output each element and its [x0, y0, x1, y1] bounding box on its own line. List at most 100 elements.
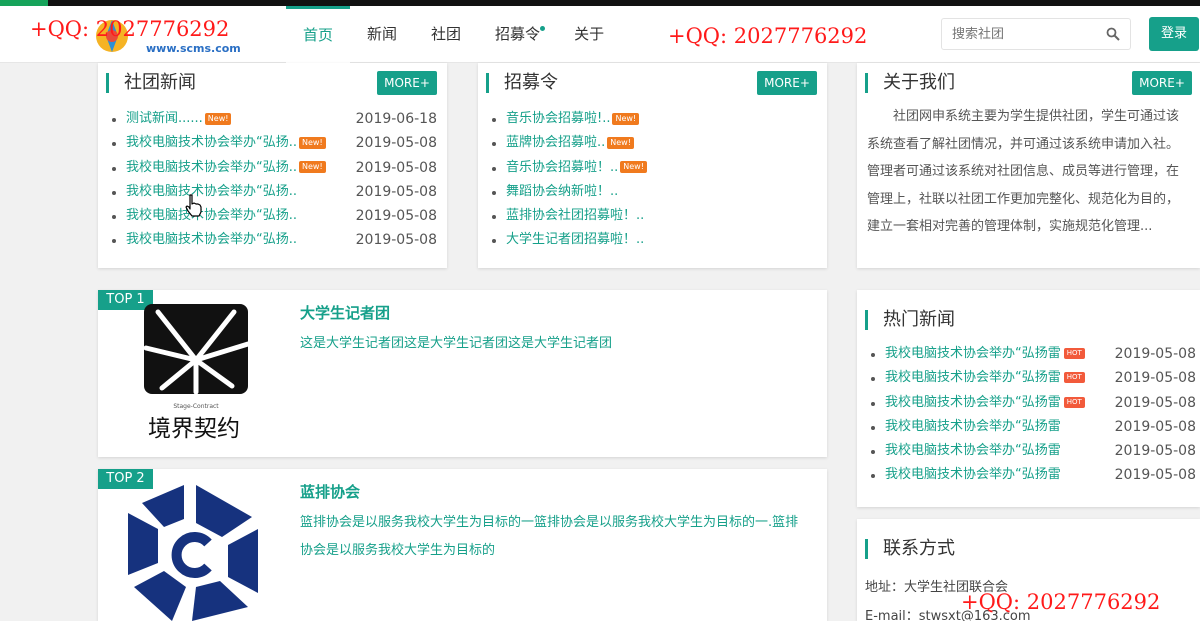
new-badge: New! — [607, 136, 634, 149]
list-item[interactable]: 我校电脑技术协会举办“弘扬.. 2019-05-08 — [112, 204, 437, 228]
news-date: 2019-05-08 — [1114, 370, 1196, 387]
list-item[interactable]: 我校电脑技术协会举办“弘扬雷 HOT 2019-05-08 — [871, 342, 1196, 366]
news-title[interactable]: 我校电脑技术协会举办“弘扬.. — [126, 135, 297, 150]
news-title[interactable]: 我校电脑技术协会举办“弘扬.. — [126, 208, 297, 223]
login-button[interactable]: 登录 — [1149, 17, 1199, 51]
news-date: 2019-06-18 — [355, 111, 437, 127]
news-date: 2019-05-08 — [1114, 443, 1196, 460]
list-item[interactable]: 我校电脑技术协会举办“弘扬.. New! 2019-05-08 — [112, 131, 437, 155]
nav-news[interactable]: 新闻 — [350, 6, 414, 63]
title-bar — [486, 73, 489, 93]
club-name[interactable]: 蓝排协会 — [300, 481, 360, 502]
nav-dot-indicator — [540, 26, 546, 31]
news-title[interactable]: 测试新闻...... — [126, 111, 203, 126]
recruit-header: 招募令 MORE+ — [486, 71, 819, 95]
title-bar — [865, 539, 868, 559]
list-item[interactable]: 测试新闻...... New! 2019-06-18 — [112, 107, 437, 131]
club-news-header: 社团新闻 MORE+ — [106, 71, 439, 95]
logo-url: www.scms.com — [146, 42, 241, 55]
news-date: 2019-05-08 — [1114, 394, 1196, 411]
club-logo-image[interactable]: Stage-Contract 境界契约 — [138, 300, 256, 445]
hot-news-item-title[interactable]: 我校电脑技术协会举办“弘扬雷 — [885, 346, 1061, 361]
search-icon[interactable] — [1106, 27, 1120, 41]
list-item[interactable]: 舞蹈协会纳新啦！.. — [492, 180, 817, 204]
title-bar — [865, 310, 868, 330]
list-item[interactable]: 我校电脑技术协会举办“弘扬.. New! 2019-05-08 — [112, 156, 437, 180]
nav-home[interactable]: 首页 — [286, 6, 351, 63]
about-more-button[interactable]: MORE+ — [1132, 71, 1192, 95]
title-bar — [865, 73, 868, 93]
list-item[interactable]: 我校电脑技术协会举办“弘扬.. 2019-05-08 — [112, 180, 437, 204]
about-header: 关于我们 MORE+ — [865, 71, 1192, 95]
news-date: 2019-05-08 — [355, 135, 437, 152]
recruit-title-text[interactable]: 大学生记者团招募啦！.. — [506, 232, 644, 247]
news-title[interactable]: 我校电脑技术协会举办“弘扬.. — [126, 184, 297, 199]
list-item[interactable]: 音乐协会招募啦!.. New! — [492, 107, 817, 131]
hot-news-title: 热门新闻 — [883, 309, 955, 330]
hot-badge: HOT — [1063, 348, 1085, 359]
club-logo-subtext: Stage-Contract — [173, 403, 219, 410]
recruit-title-text[interactable]: 蓝牌协会招募啦.. — [506, 135, 605, 150]
about-title: 关于我们 — [883, 72, 955, 93]
club-logo-text: 境界契约 — [148, 416, 240, 442]
club-name[interactable]: 大学生记者团 — [300, 302, 390, 323]
contact-header: 联系方式 — [865, 537, 1192, 561]
news-date: 2019-05-08 — [1114, 467, 1196, 484]
hot-news-item-title[interactable]: 我校电脑技术协会举办“弘扬雷 — [885, 395, 1061, 410]
new-badge: New! — [612, 112, 640, 125]
hot-news-item-title[interactable]: 我校电脑技术协会举办“弘扬雷 — [885, 419, 1061, 434]
title-bar — [106, 73, 109, 93]
hot-news-item-title[interactable]: 我校电脑技术协会举办“弘扬雷 — [885, 443, 1061, 458]
hot-news-item-title[interactable]: 我校电脑技术协会举办“弘扬雷 — [885, 370, 1061, 385]
top-club-card-1[interactable]: TOP 1 Stage-Contract 境界契约 大学生记者团 这是大学生记者… — [98, 290, 827, 457]
nav-clubs[interactable]: 社团 — [414, 6, 478, 63]
list-item[interactable]: 蓝排协会社团招募啦！.. — [492, 204, 817, 228]
club-logo-image[interactable] — [124, 483, 268, 621]
list-item[interactable]: 我校电脑技术协会举办“弘扬雷 HOT 2019-05-08 — [871, 391, 1196, 415]
hot-badge: HOT — [1063, 396, 1085, 408]
list-item[interactable]: 音乐协会招募啦！.. New! — [492, 156, 817, 180]
watermark-text: +QQ: 2027776292 — [961, 590, 1161, 614]
new-badge: New! — [620, 161, 647, 174]
hand-cursor-icon — [185, 194, 202, 217]
list-item[interactable]: 蓝牌协会招募啦.. New! — [492, 131, 817, 155]
about-card: 关于我们 MORE+ 社团网申系统主要为学生提供社团，学生可通过该系统查看了解社… — [857, 63, 1200, 268]
news-date: 2019-05-08 — [355, 232, 437, 249]
news-date: 2019-05-08 — [1114, 346, 1196, 362]
main-nav: 首页 新闻 社团 招募令 关于 — [286, 6, 621, 63]
recruit-list: 音乐协会招募啦!.. New! 蓝牌协会招募啦.. New! 音乐协会招募啦！.. N… — [492, 107, 817, 253]
list-item[interactable]: 大学生记者团招募啦！.. — [492, 228, 817, 252]
search-input[interactable] — [942, 19, 1092, 49]
recruit-title-text[interactable]: 蓝排协会社团招募啦！.. — [506, 208, 644, 223]
club-news-title: 社团新闻 — [124, 72, 196, 93]
recruit-title-text[interactable]: 音乐协会招募啦！.. — [506, 160, 618, 175]
contact-title: 联系方式 — [883, 538, 955, 559]
news-date: 2019-05-08 — [355, 159, 437, 176]
club-description: 这是大学生记者团这是大学生记者团这是大学生记者团 — [300, 336, 613, 351]
hot-badge: HOT — [1063, 372, 1085, 384]
hot-news-card: 热门新闻 我校电脑技术协会举办“弘扬雷 HOT 2019-05-08 我校电脑技术协… — [857, 290, 1200, 507]
recruit-more-button[interactable]: MORE+ — [757, 71, 817, 95]
list-item[interactable]: 我校电脑技术协会举办“弘扬雷 2019-05-08 — [871, 463, 1196, 487]
watermark-text: +QQ: 2027776292 — [30, 17, 230, 41]
recruit-title-text[interactable]: 音乐协会招募啦!.. — [506, 111, 610, 126]
club-news-more-button[interactable]: MORE+ — [377, 71, 437, 95]
new-badge: New! — [299, 136, 326, 149]
about-text: 社团网申系统主要为学生提供社团，学生可通过该系统查看了解社团情况，并可通过该系统… — [867, 109, 1180, 234]
recruit-title: 招募令 — [504, 72, 558, 93]
list-item[interactable]: 我校电脑技术协会举办“弘扬雷 HOT 2019-05-08 — [871, 366, 1196, 390]
news-title[interactable]: 我校电脑技术协会举办“弘扬.. — [126, 232, 297, 247]
hot-news-item-title[interactable]: 我校电脑技术协会举办“弘扬雷 — [885, 467, 1061, 482]
list-item[interactable]: 我校电脑技术协会举办“弘扬.. 2019-05-08 — [112, 228, 437, 252]
list-item[interactable]: 我校电脑技术协会举办“弘扬雷 2019-05-08 — [871, 439, 1196, 463]
nav-about[interactable]: 关于 — [557, 6, 621, 63]
new-badge: New! — [204, 112, 232, 125]
recruit-title-text[interactable]: 舞蹈协会纳新啦！.. — [506, 184, 618, 199]
new-badge: New! — [299, 161, 326, 174]
nav-recruit-label: 招募令 — [495, 25, 541, 43]
list-item[interactable]: 我校电脑技术协会举办“弘扬雷 2019-05-08 — [871, 415, 1196, 439]
nav-recruit[interactable]: 招募令 — [478, 6, 557, 63]
news-title[interactable]: 我校电脑技术协会举办“弘扬.. — [126, 160, 297, 175]
top-club-card-2[interactable]: TOP 2 蓝排协会 篮排协会是以服务我校大学生为目标的一篮排协会是以服务我校大… — [98, 469, 827, 621]
news-date: 2019-05-08 — [1114, 418, 1196, 435]
